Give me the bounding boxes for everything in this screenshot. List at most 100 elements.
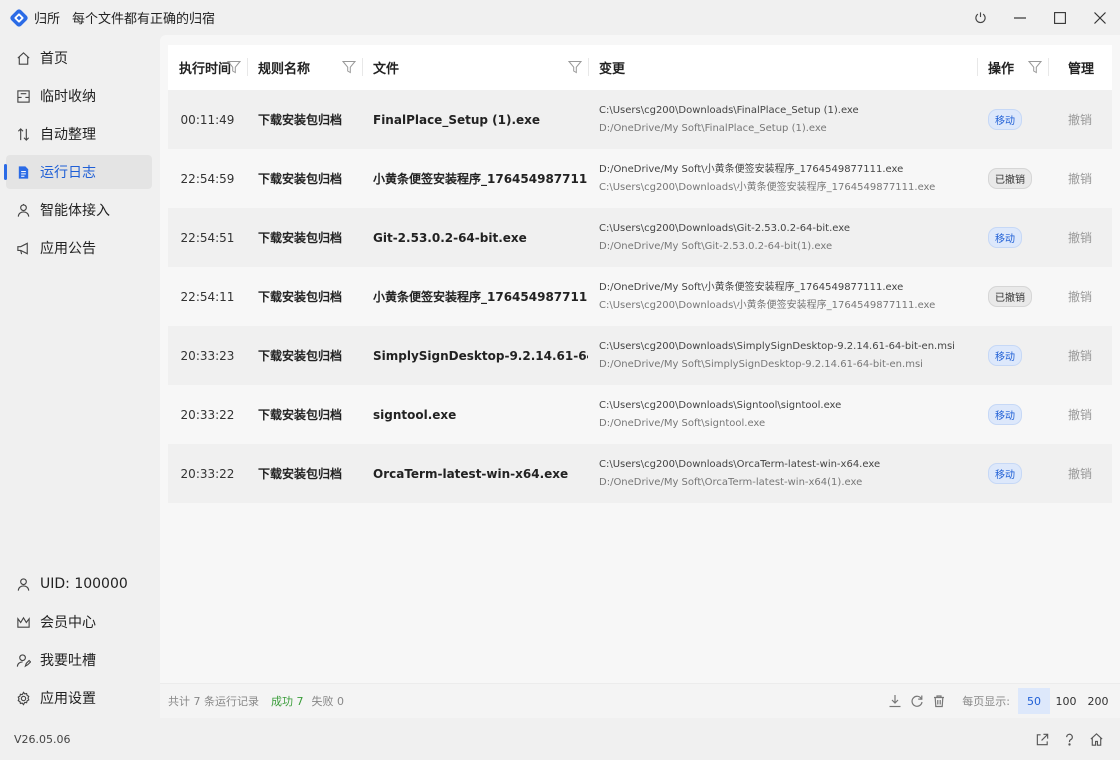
sidebar-item-uid[interactable]: UID: 100000	[6, 567, 152, 601]
trash-icon	[934, 695, 945, 708]
op-badge-move: 移动	[988, 345, 1022, 366]
sidebar-item-label: 我要吐槽	[40, 653, 96, 669]
change-to-path: D:/OneDrive/My Soft\OrcaTerm-latest-win-…	[599, 476, 863, 488]
sidebar-item-feedback[interactable]: 我要吐槽	[6, 643, 152, 677]
filter-icon[interactable]	[1028, 60, 1042, 74]
sidebar-item-membership[interactable]: 会员中心	[6, 605, 152, 639]
undo-button[interactable]: 撤销	[1048, 111, 1112, 128]
change-to-path: D:/OneDrive/My Soft\SimplySignDesktop-9.…	[599, 358, 923, 370]
row-file: 小黄条便签安装程序_1764549877111.exe	[373, 172, 588, 186]
app-name: 归所	[34, 12, 61, 27]
minimize-button[interactable]	[1000, 0, 1040, 35]
app-version: V26.05.06	[14, 732, 71, 746]
sidebar-item-label: 运行日志	[40, 165, 96, 181]
maximize-icon	[1054, 11, 1066, 24]
sidebar-item-run-log[interactable]: 运行日志	[4, 155, 152, 189]
row-time: 00:11:49	[180, 112, 235, 127]
row-file: Git-2.53.0.2-64-bit.exe	[373, 230, 527, 245]
maximize-button[interactable]	[1040, 0, 1080, 35]
delete-button[interactable]	[928, 690, 950, 712]
sidebar: 首页 临时收纳 自动整理 运行日志 智能体接入 应用公告 UID: 100000…	[0, 35, 158, 718]
app-logo-icon	[10, 8, 28, 27]
user-icon	[15, 576, 31, 592]
sidebar-item-announcement[interactable]: 应用公告	[6, 231, 152, 265]
sidebar-item-label: 自动整理	[40, 127, 96, 143]
op-badge-undone: 已撤销	[988, 286, 1032, 307]
title-bar: 归所 每个文件都有正确的归宿	[0, 0, 1120, 35]
per-page-option-50[interactable]: 50	[1018, 688, 1050, 714]
home-button[interactable]	[1083, 728, 1110, 750]
share-button[interactable]	[1029, 728, 1056, 750]
agent-icon	[15, 202, 31, 218]
per-page-option-200[interactable]: 200	[1082, 688, 1114, 714]
home-icon	[15, 50, 31, 66]
op-badge-move: 移动	[988, 109, 1022, 130]
column-header-change: 变更	[588, 45, 977, 90]
download-button[interactable]	[884, 690, 906, 712]
row-op: 移动	[977, 109, 1048, 130]
op-badge-move: 移动	[988, 463, 1022, 484]
sidebar-item-inbox[interactable]: 临时收纳	[6, 79, 152, 113]
change-to-path: D:/OneDrive/My Soft\Git-2.53.0.2-64-bit(…	[599, 240, 833, 252]
undo-button[interactable]: 撤销	[1048, 288, 1112, 305]
sidebar-item-auto-sort[interactable]: 自动整理	[6, 117, 152, 151]
change-to-path: C:\Users\cg200\Downloads\小黄条便签安装程序_17645…	[599, 181, 936, 193]
refresh-icon	[911, 695, 923, 707]
sidebar-item-label: 首页	[40, 51, 68, 67]
table-row: 22:54:51 下载安装包归档 Git-2.53.0.2-64-bit.exe…	[168, 208, 1112, 267]
inbox-icon	[15, 88, 31, 104]
undo-button[interactable]: 撤销	[1048, 406, 1112, 423]
total-records: 共计 7 条运行记录	[168, 695, 259, 708]
gear-icon	[15, 690, 31, 706]
undo-button[interactable]: 撤销	[1048, 465, 1112, 482]
undo-button[interactable]: 撤销	[1048, 347, 1112, 364]
sidebar-item-home[interactable]: 首页	[6, 41, 152, 75]
filter-icon[interactable]	[227, 60, 241, 74]
sidebar-item-agent[interactable]: 智能体接入	[6, 193, 152, 227]
row-change: C:\Users\cg200\Downloads\FinalPlace_Setu…	[588, 102, 977, 138]
column-header-op[interactable]: 操作	[977, 45, 1048, 90]
table-row: 22:54:59 下载安装包归档 小黄条便签安装程序_1764549877111…	[168, 149, 1112, 208]
per-page-option-100[interactable]: 100	[1050, 688, 1082, 714]
column-header-label: 操作	[988, 62, 1015, 77]
column-header-file[interactable]: 文件	[362, 45, 588, 90]
column-header-time[interactable]: 执行时间	[168, 45, 247, 90]
sidebar-item-label: UID: 100000	[40, 576, 128, 592]
share-icon	[1036, 733, 1049, 745]
home-icon	[1090, 732, 1103, 746]
row-change: C:\Users\cg200\Downloads\Signtool\signto…	[588, 397, 977, 433]
row-change: C:\Users\cg200\Downloads\Git-2.53.0.2-64…	[588, 220, 977, 256]
download-icon	[889, 695, 901, 708]
row-rule: 下载安装包归档	[258, 408, 343, 422]
sidebar-item-label: 会员中心	[40, 615, 96, 631]
help-button[interactable]	[1056, 728, 1083, 750]
power-button[interactable]	[960, 0, 1000, 35]
refresh-button[interactable]	[906, 690, 928, 712]
bottom-icons	[1029, 728, 1110, 750]
row-op: 移动	[977, 463, 1048, 484]
sidebar-item-settings[interactable]: 应用设置	[6, 681, 152, 715]
close-button[interactable]	[1080, 0, 1120, 35]
undo-button[interactable]: 撤销	[1048, 170, 1112, 187]
row-time: 22:54:59	[180, 171, 235, 186]
row-rule: 下载安装包归档	[258, 172, 343, 186]
column-header-rule[interactable]: 规则名称	[247, 45, 362, 90]
main-panel: 执行时间 规则名称 文件 变更 操作 管理 00:11:49 下载安装包归档 F…	[160, 35, 1120, 718]
row-op: 移动	[977, 404, 1048, 425]
undo-button[interactable]: 撤销	[1048, 229, 1112, 246]
filter-icon[interactable]	[568, 60, 582, 74]
column-header-manage: 管理	[1048, 45, 1112, 90]
table-row: 20:33:22 下载安装包归档 OrcaTerm-latest-win-x64…	[168, 444, 1112, 503]
sort-icon	[15, 126, 31, 142]
per-page-label: 每页显示:	[962, 695, 1010, 708]
fail-count: 失败 0	[311, 695, 345, 708]
filter-icon[interactable]	[342, 60, 356, 74]
column-header-label: 变更	[599, 62, 626, 77]
table-body: 00:11:49 下载安装包归档 FinalPlace_Setup (1).ex…	[168, 90, 1112, 503]
row-rule: 下载安装包归档	[258, 231, 343, 245]
crown-icon	[15, 614, 31, 630]
column-header-label: 规则名称	[258, 62, 311, 77]
window-controls	[960, 0, 1120, 35]
row-rule: 下载安装包归档	[258, 113, 343, 127]
row-time: 20:33:22	[180, 407, 235, 422]
